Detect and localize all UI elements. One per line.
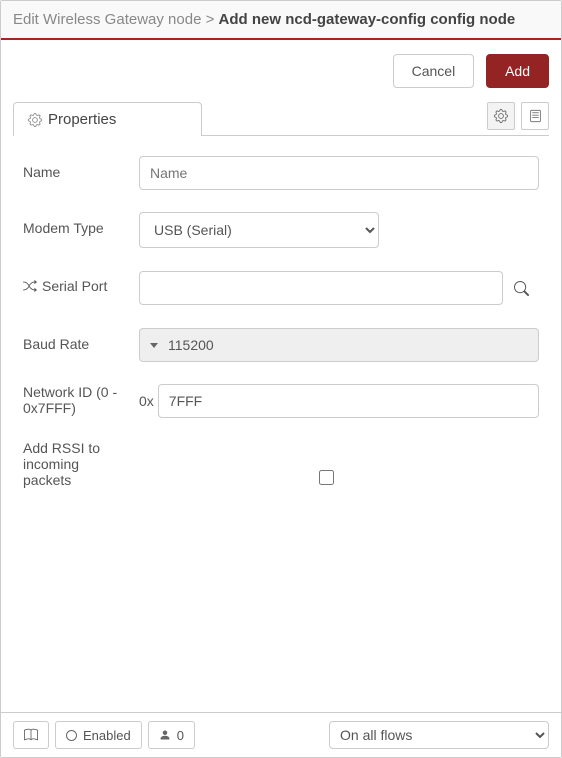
serial-port-label: Serial Port xyxy=(23,270,139,294)
form-body: Name Modem Type USB (Serial) Serial Port xyxy=(1,136,561,712)
modem-type-select[interactable]: USB (Serial) xyxy=(139,212,379,248)
breadcrumb-current: Add new ncd-gateway-config config node xyxy=(219,11,516,28)
network-id-prefix: 0x xyxy=(139,393,158,409)
network-id-input[interactable] xyxy=(158,384,539,418)
scope-select[interactable]: On all flows xyxy=(329,721,549,749)
tab-properties[interactable]: Properties xyxy=(13,102,202,136)
search-icon xyxy=(514,281,529,296)
modem-type-label: Modem Type xyxy=(23,212,139,236)
enabled-toggle[interactable]: Enabled xyxy=(55,721,142,749)
add-button[interactable]: Add xyxy=(486,54,549,88)
gear-icon xyxy=(28,113,42,127)
shuffle-icon xyxy=(23,279,37,293)
gear-icon xyxy=(494,109,508,123)
action-bar: Cancel Add xyxy=(1,40,561,102)
cancel-button[interactable]: Cancel xyxy=(393,54,475,88)
network-id-label: Network ID (0 - 0x7FFF) xyxy=(23,384,139,416)
baud-rate-select[interactable]: 115200 xyxy=(139,328,539,362)
settings-button[interactable] xyxy=(487,102,515,130)
add-rssi-label: Add RSSI to incoming packets xyxy=(23,440,113,488)
name-input[interactable] xyxy=(139,156,539,190)
breadcrumb-separator: > xyxy=(206,11,215,28)
name-label: Name xyxy=(23,156,139,180)
footer-bar: Enabled 0 On all flows xyxy=(1,712,561,757)
serial-port-input[interactable] xyxy=(139,271,503,305)
breadcrumb: Edit Wireless Gateway node > Add new ncd… xyxy=(1,1,561,40)
serial-port-search-button[interactable] xyxy=(503,270,539,306)
book-icon xyxy=(24,728,38,742)
add-rssi-checkbox[interactable] xyxy=(319,470,334,485)
breadcrumb-parent[interactable]: Edit Wireless Gateway node xyxy=(13,11,201,28)
circle-icon xyxy=(66,730,77,741)
tab-bar: Properties xyxy=(1,102,561,136)
baud-rate-value: 115200 xyxy=(168,337,214,353)
file-icon xyxy=(529,109,542,123)
user-icon xyxy=(159,729,171,741)
book-button[interactable] xyxy=(13,721,49,749)
tab-properties-label: Properties xyxy=(48,111,116,128)
caret-down-icon xyxy=(150,343,158,348)
user-count-button[interactable]: 0 xyxy=(148,721,195,749)
docs-button[interactable] xyxy=(521,102,549,130)
baud-rate-label: Baud Rate xyxy=(23,328,139,352)
